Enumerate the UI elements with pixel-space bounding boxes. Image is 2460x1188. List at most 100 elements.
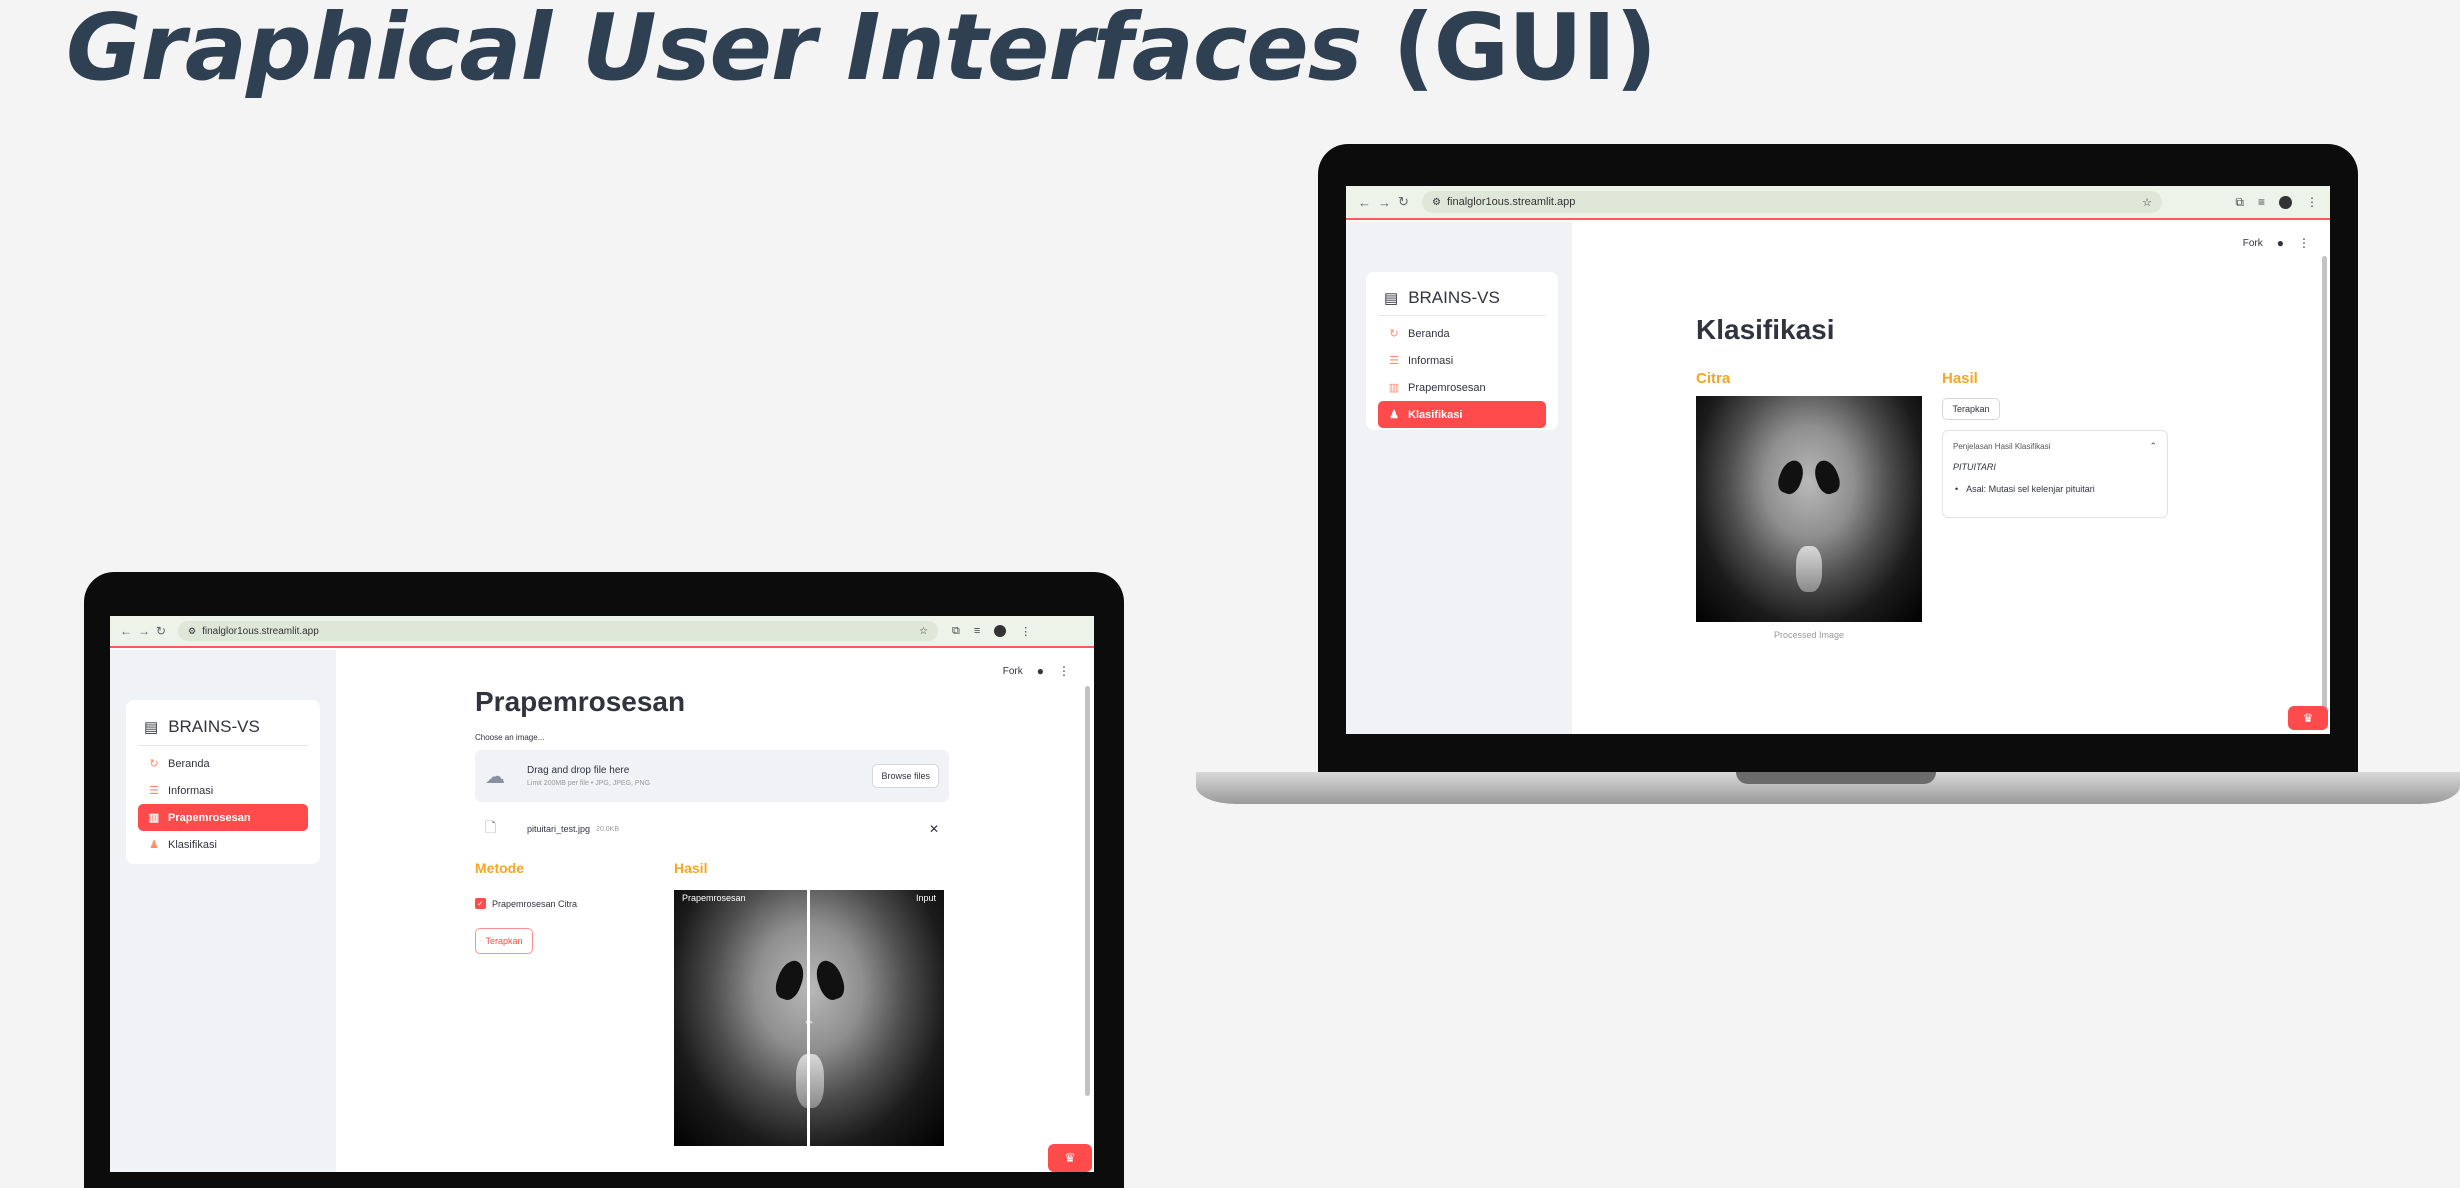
menu-label: Klasifikasi: [1408, 408, 1463, 421]
refresh-icon: ↻: [149, 758, 159, 770]
media-icon[interactable]: ≡: [2258, 195, 2265, 209]
nav-menu: ▤ BRAINS-VS ↻ Beranda ☰ Informasi ▥ Prap…: [1366, 272, 1558, 430]
expander-title: Penjelasan Hasil Klasifikasi: [1953, 442, 2051, 451]
menu-label: Prapemrosesan: [168, 811, 251, 824]
cloud-upload-icon: ☁: [485, 765, 505, 788]
preprocessing-checkbox[interactable]: ✓ Prapemrosesan Citra: [475, 898, 577, 909]
terapkan-button[interactable]: Terapkan: [1942, 398, 2000, 420]
menu-item-informasi[interactable]: ☰ Informasi: [138, 777, 308, 804]
menu-item-informasi[interactable]: ☰ Informasi: [1378, 347, 1546, 374]
remove-file-icon[interactable]: ✕: [929, 822, 939, 836]
fork-link[interactable]: Fork: [2243, 238, 2263, 249]
back-icon[interactable]: ←: [120, 624, 138, 638]
site-settings-icon[interactable]: ⚙: [188, 626, 196, 637]
address-bar[interactable]: ⚙ finalglor1ous.streamlit.app ☆: [178, 621, 938, 641]
browser-menu-icon[interactable]: ⋮: [2306, 195, 2318, 209]
address-bar[interactable]: ⚙ finalglor1ous.streamlit.app ☆: [1422, 191, 2162, 213]
database-icon: ☰: [149, 785, 159, 797]
browser-menu-icon[interactable]: ⋮: [1020, 625, 1031, 638]
file-icon: 🗋: [485, 819, 497, 835]
list-icon: ▤: [144, 718, 159, 736]
menu-header: ▤ BRAINS-VS: [138, 708, 308, 746]
right-screen: ← → ↻ ⚙ finalglor1ous.streamlit.app ☆ ⧉ …: [1346, 186, 2330, 734]
bookmark-star-icon[interactable]: ☆: [2142, 196, 2152, 209]
image-caption: Processed Image: [1773, 630, 1845, 640]
dropzone-title: Drag and drop file here: [527, 765, 630, 776]
app-toolbar: Fork ● ⋮: [1003, 664, 1070, 678]
sidebar: ▤ BRAINS-VS ↻ Beranda ☰ Informasi ▥ Prap…: [1346, 222, 1572, 734]
menu-label: Informasi: [1408, 354, 1454, 367]
back-icon[interactable]: ←: [1358, 195, 1378, 210]
file-size: 20.0KB: [596, 825, 620, 833]
slide-title-rest: (GUI): [1392, 0, 1658, 101]
slide-title: Graphical User Interfaces (GUI): [66, 0, 1658, 101]
slide-title-italic: Graphical User Interfaces: [66, 0, 1363, 101]
menu-item-beranda[interactable]: ↻ Beranda: [1378, 320, 1546, 347]
browser-toolbar: ← → ↻ ⚙ finalglor1ous.streamlit.app ☆ ⧉ …: [1346, 186, 2330, 220]
menu-item-prapemrosesan[interactable]: ▥ Prapemrosesan: [138, 804, 308, 831]
extensions-icon[interactable]: ⧉: [2235, 195, 2244, 210]
reload-icon[interactable]: ↻: [156, 624, 174, 638]
reload-icon[interactable]: ↻: [1398, 194, 1418, 210]
bullet-icon: •: [1955, 484, 1959, 494]
terapkan-button[interactable]: Terapkan: [475, 928, 533, 954]
file-name: pituitari_test.jpg: [527, 824, 591, 834]
result-detail: Asal: Mutasi sel kelenjar pituitari: [1966, 484, 2095, 494]
comparison-image[interactable]: ⇔ Prapemrosesan Input: [674, 890, 944, 1146]
menu-item-prapemrosesan[interactable]: ▥ Prapemrosesan: [1378, 374, 1546, 401]
database-icon: ☰: [1389, 355, 1399, 367]
uploaded-file: 🗋 pituitari_test.jpg 20.0KB ✕: [475, 816, 949, 842]
result-expander: Penjelasan Hasil Klasifikasi ⌃ PITUITARI…: [1942, 430, 2168, 518]
forward-icon[interactable]: →: [138, 624, 156, 638]
uploader-label: Choose an image...: [475, 733, 545, 742]
fork-link[interactable]: Fork: [1003, 666, 1023, 677]
compare-right-label: Input: [915, 893, 936, 903]
menu-label: Beranda: [168, 757, 210, 770]
page-title: Prapemrosesan: [475, 686, 686, 717]
bar-chart-icon: ▥: [1388, 382, 1400, 394]
mri-image: [1696, 396, 1922, 622]
person-icon: ♟: [1389, 409, 1399, 421]
browser-toolbar: ← → ↻ ⚙ finalglor1ous.streamlit.app ☆ ⧉ …: [110, 616, 1094, 648]
comparison-handle-icon[interactable]: ⇔: [798, 1010, 820, 1032]
scrollbar[interactable]: [1085, 686, 1090, 1096]
extensions-icon[interactable]: ⧉: [952, 625, 960, 638]
menu-label: Informasi: [168, 784, 214, 797]
brand-name: BRAINS-VS: [1408, 287, 1500, 307]
profile-avatar[interactable]: [2279, 195, 2292, 209]
list-icon: ▤: [1384, 289, 1399, 307]
hasil-heading: Hasil: [1942, 370, 1978, 387]
deploy-crown-button[interactable]: ♛: [1048, 1144, 1092, 1172]
media-icon[interactable]: ≡: [974, 625, 980, 637]
site-settings-icon[interactable]: ⚙: [1432, 197, 1441, 208]
checkbox-checked-icon[interactable]: ✓: [475, 898, 486, 909]
chevron-up-icon[interactable]: ⌃: [2149, 441, 2157, 452]
page-title: Klasifikasi: [1696, 314, 1835, 345]
citra-heading: Citra: [1696, 370, 1731, 387]
profile-avatar[interactable]: [994, 625, 1007, 637]
dropzone-hint: Limit 200MB per file • JPG, JPEG, PNG: [527, 780, 651, 787]
right-laptop-notch: [1736, 772, 1936, 784]
deploy-crown-button[interactable]: ♛: [2288, 706, 2328, 730]
github-icon[interactable]: ●: [2277, 236, 2284, 250]
refresh-icon: ↻: [1389, 328, 1399, 340]
compare-left-label: Prapemrosesan: [682, 893, 746, 903]
address-text: finalglor1ous.streamlit.app: [202, 625, 319, 637]
menu-item-klasifikasi[interactable]: ♟ Klasifikasi: [138, 831, 308, 858]
app-menu-icon[interactable]: ⋮: [2298, 236, 2310, 250]
menu-label: Prapemrosesan: [1408, 381, 1486, 394]
forward-icon[interactable]: →: [1378, 195, 1398, 210]
file-dropzone[interactable]: ☁ Drag and drop file here Limit 200MB pe…: [475, 750, 949, 802]
github-icon[interactable]: ●: [1037, 664, 1044, 678]
expander-header[interactable]: Penjelasan Hasil Klasifikasi ⌃: [1943, 431, 2167, 452]
metode-heading: Metode: [475, 860, 524, 876]
browse-files-button[interactable]: Browse files: [872, 764, 939, 788]
bookmark-star-icon[interactable]: ☆: [919, 626, 928, 637]
menu-item-klasifikasi[interactable]: ♟ Klasifikasi: [1378, 401, 1546, 428]
person-icon: ♟: [149, 839, 159, 851]
app-menu-icon[interactable]: ⋮: [1058, 664, 1070, 678]
menu-item-beranda[interactable]: ↻ Beranda: [138, 750, 308, 777]
result-class: PITUITARI: [1953, 462, 1996, 472]
bar-chart-icon: ▥: [148, 812, 160, 824]
scrollbar[interactable]: [2322, 256, 2327, 716]
